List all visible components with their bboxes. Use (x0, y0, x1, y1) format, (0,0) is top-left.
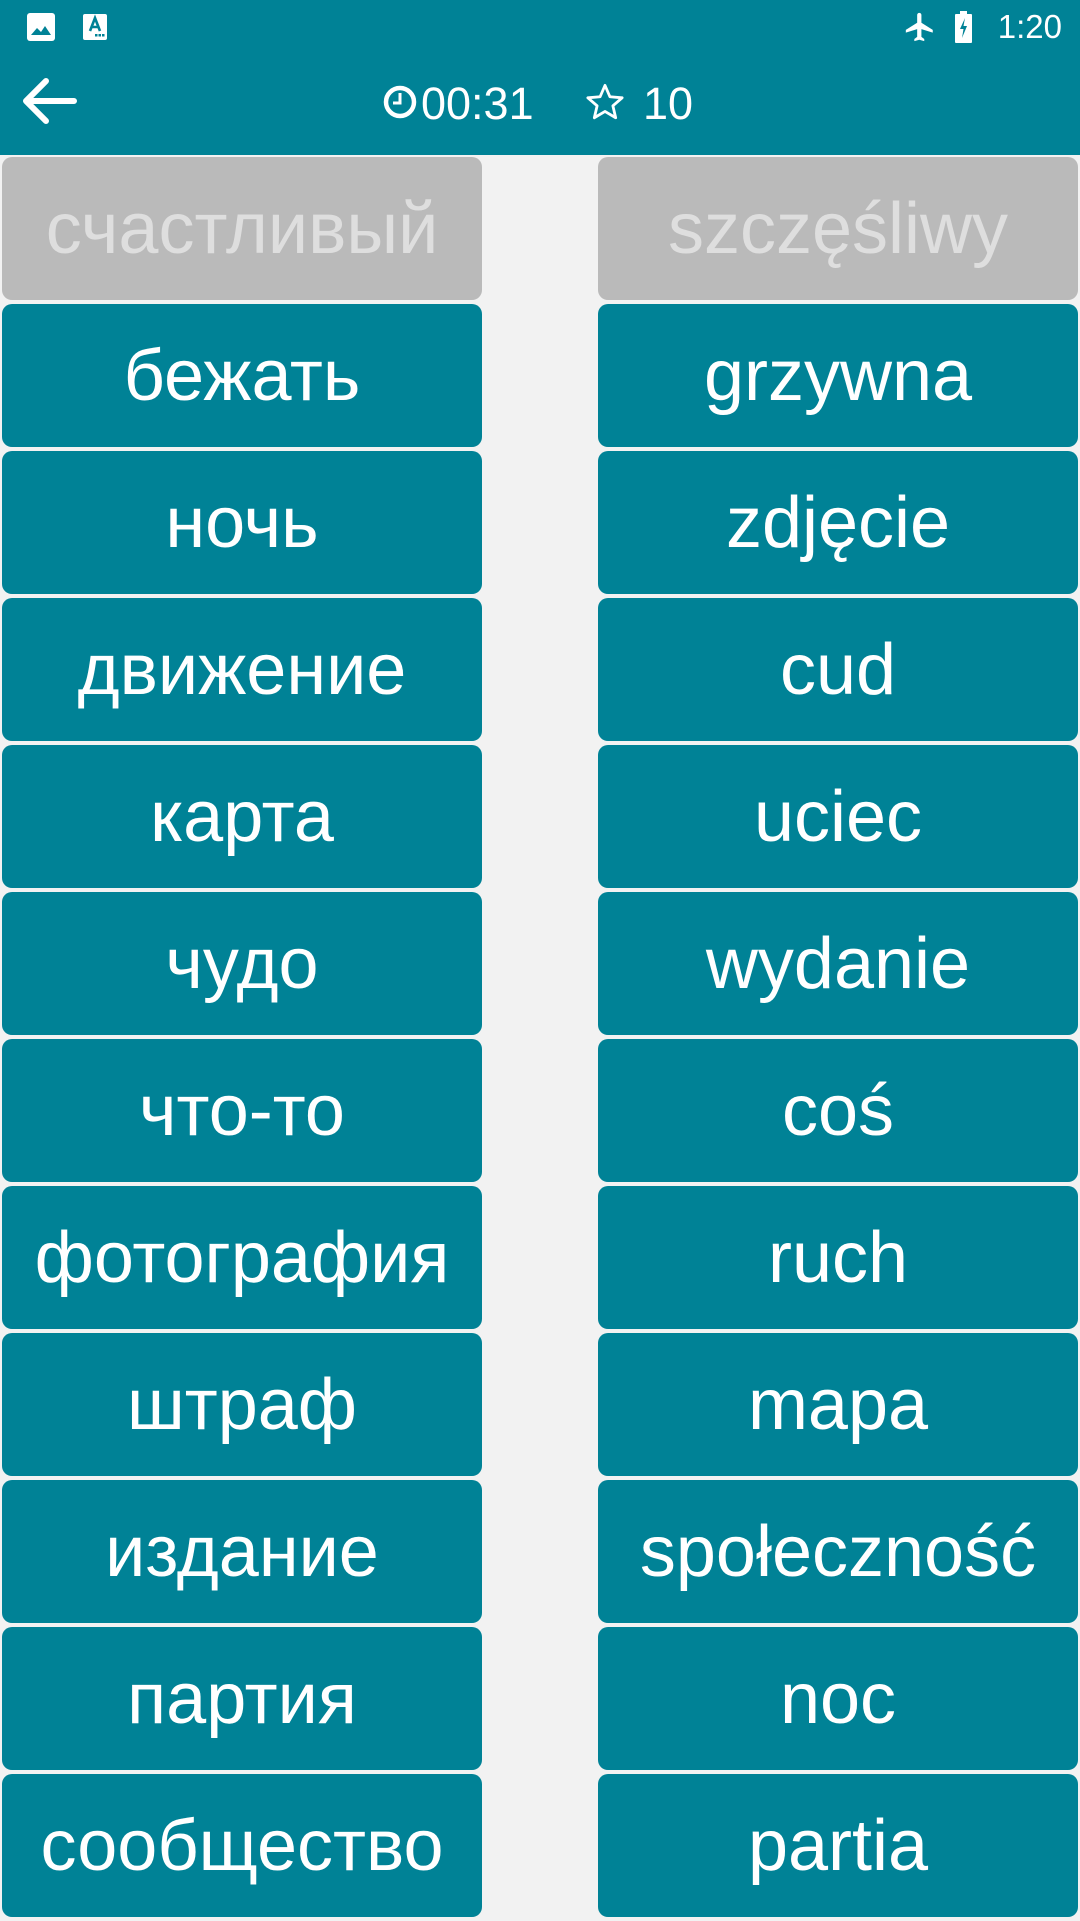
word-tile-ru[interactable]: карта (2, 745, 482, 888)
word-tile-pl[interactable]: mapa (598, 1333, 1078, 1476)
battery-charging-icon (955, 11, 972, 48)
word-tile-pl[interactable]: uciec (598, 745, 1078, 888)
star-outline-icon (583, 81, 627, 128)
timer: 00:31 (383, 78, 534, 130)
word-tile-pl[interactable]: cud (598, 598, 1078, 741)
top-bar: 1:20 00:31 10 (0, 0, 1080, 155)
word-tile-pl[interactable]: grzywna (598, 304, 1078, 447)
word-tile-pl[interactable]: partia (598, 1774, 1078, 1917)
word-tile-pl: szczęśliwy (598, 157, 1078, 300)
word-tile-pl[interactable]: ruch (598, 1186, 1078, 1329)
word-tile-ru[interactable]: движение (2, 598, 482, 741)
back-button[interactable] (10, 68, 90, 138)
clock-icon (383, 85, 417, 124)
word-tile-ru[interactable]: штраф (2, 1333, 482, 1476)
word-tile-pl[interactable]: społeczność (598, 1480, 1078, 1623)
status-time: 1:20 (997, 8, 1062, 45)
word-match-board: счастливый бежать ночь движение карта чу… (0, 157, 1080, 1920)
word-tile-ru[interactable]: издание (2, 1480, 482, 1623)
word-tile-ru[interactable]: что-то (2, 1039, 482, 1182)
word-tile-pl[interactable]: coś (598, 1039, 1078, 1182)
image-icon (27, 13, 55, 46)
word-tile-pl[interactable]: noc (598, 1627, 1078, 1770)
score: 10 (583, 78, 693, 130)
airplane-mode-icon (903, 10, 937, 49)
word-tile-ru[interactable]: чудо (2, 892, 482, 1035)
word-tile-ru[interactable]: бежать (2, 304, 482, 447)
word-tile-ru[interactable]: фотография (2, 1186, 482, 1329)
timer-value: 00:31 (421, 78, 534, 129)
arrow-left-icon (22, 77, 78, 130)
target-word-column: szczęśliwy grzywna zdjęcie cud uciec wyd… (598, 157, 1078, 1921)
accessibility-font-icon (83, 14, 107, 45)
word-tile-pl[interactable]: wydanie (598, 892, 1078, 1035)
app-bar: 00:31 10 (0, 52, 1080, 155)
word-tile-pl[interactable]: zdjęcie (598, 451, 1078, 594)
source-word-column: счастливый бежать ночь движение карта чу… (2, 157, 482, 1921)
score-value: 10 (643, 78, 694, 129)
word-tile-ru[interactable]: партия (2, 1627, 482, 1770)
word-tile-ru[interactable]: ночь (2, 451, 482, 594)
status-bar: 1:20 (0, 0, 1080, 52)
word-tile-ru: счастливый (2, 157, 482, 300)
word-tile-ru[interactable]: сообщество (2, 1774, 482, 1917)
